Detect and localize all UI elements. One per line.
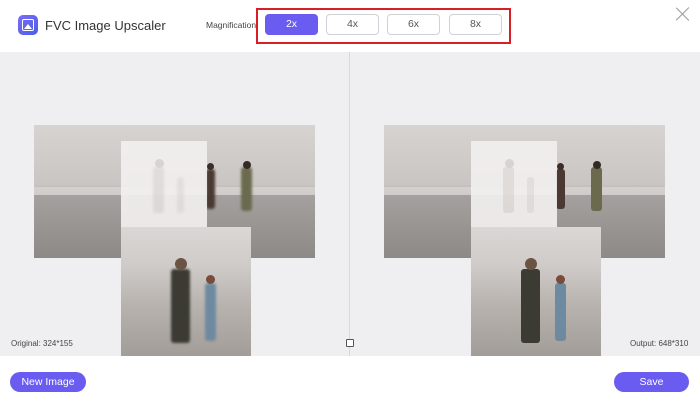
original-crop-top xyxy=(121,141,207,229)
header-bar: FVC Image Upscaler Magnification: 2x 4x … xyxy=(0,0,700,52)
original-crop-bottom xyxy=(121,227,251,356)
app-title: FVC Image Upscaler xyxy=(45,18,166,33)
compare-divider[interactable] xyxy=(349,52,350,356)
magnification-label: Magnification: xyxy=(206,20,259,30)
app-logo-icon xyxy=(18,15,38,35)
output-size-label: Output: 648*310 xyxy=(630,339,689,348)
magnification-8x-button[interactable]: 8x xyxy=(449,14,502,35)
output-crop-top xyxy=(471,141,557,229)
close-icon[interactable] xyxy=(673,5,693,25)
save-button[interactable]: Save xyxy=(614,372,689,392)
preview-stage xyxy=(0,52,700,356)
original-size-label: Original: 324*155 xyxy=(11,339,73,348)
magnification-2x-button[interactable]: 2x xyxy=(265,14,318,35)
magnification-4x-button[interactable]: 4x xyxy=(326,14,379,35)
new-image-button[interactable]: New Image xyxy=(10,372,86,392)
magnification-6x-button[interactable]: 6x xyxy=(387,14,440,35)
footer-bar xyxy=(0,356,700,410)
compare-toggle-icon[interactable] xyxy=(346,339,354,347)
output-crop-bottom xyxy=(471,227,601,356)
